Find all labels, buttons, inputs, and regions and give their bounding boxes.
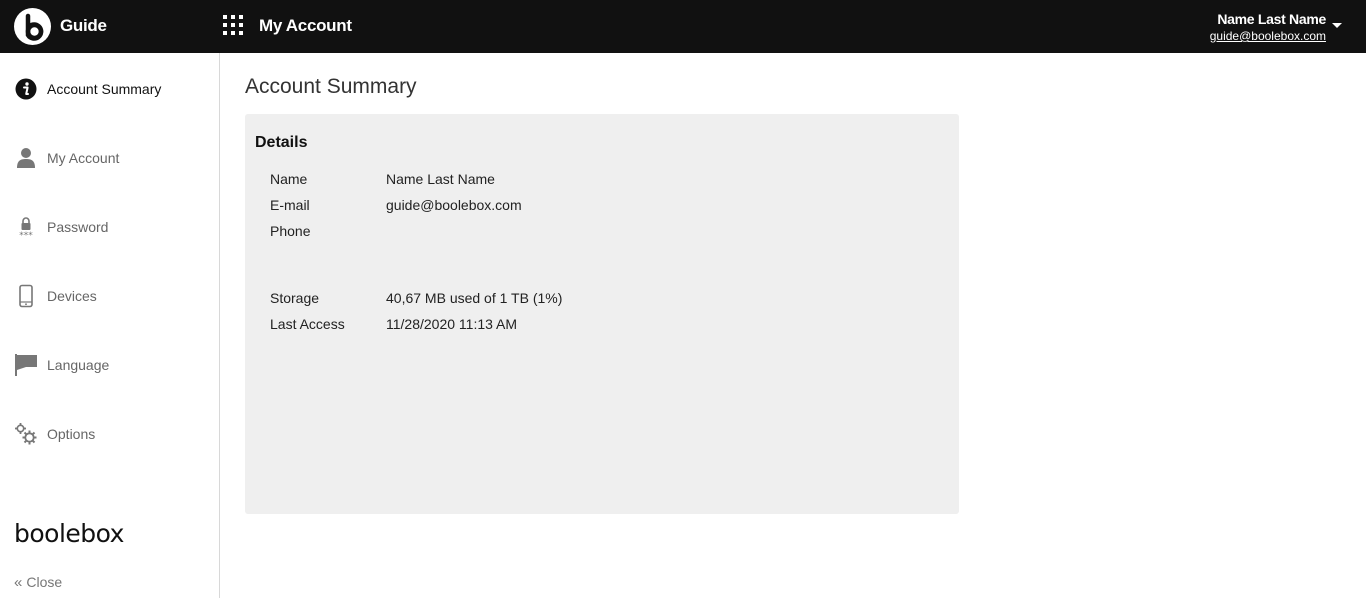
sidebar-item-label: My Account bbox=[47, 150, 120, 166]
sidebar-item-language[interactable]: Language bbox=[0, 345, 219, 385]
sidebar-item-label: Options bbox=[47, 426, 96, 442]
detail-value-last-access: 11/28/2020 11:13 AM bbox=[386, 316, 518, 332]
section-title: My Account bbox=[259, 16, 352, 35]
page-title: Account Summary bbox=[245, 75, 417, 98]
sidebar-item-label: Language bbox=[47, 357, 110, 373]
gears-icon bbox=[14, 422, 38, 446]
boolebox-logo-icon[interactable] bbox=[14, 8, 51, 45]
detail-label-name: Name bbox=[270, 171, 308, 187]
sidebar-item-label: Account Summary bbox=[47, 81, 162, 97]
close-sidebar-button[interactable]: «Close bbox=[14, 574, 62, 591]
detail-label-last-access: Last Access bbox=[270, 316, 345, 332]
caret-down-icon[interactable] bbox=[1332, 23, 1342, 28]
sidebar-item-devices[interactable]: Devices bbox=[0, 276, 219, 316]
double-chevron-left-icon: « bbox=[14, 574, 23, 591]
boolebox-brand-logo: boolebox bbox=[14, 519, 124, 548]
svg-text:***: *** bbox=[19, 231, 33, 239]
user-icon bbox=[14, 146, 38, 170]
lock-icon: *** bbox=[14, 215, 38, 241]
info-icon bbox=[14, 77, 38, 101]
user-menu-name[interactable]: Name Last Name bbox=[1217, 11, 1326, 27]
sidebar-item-label: Devices bbox=[47, 288, 97, 304]
detail-label-phone: Phone bbox=[270, 223, 311, 239]
top-bar: Guide My Account Name Last Name guide@bo… bbox=[0, 0, 1366, 53]
phone-icon bbox=[14, 284, 38, 308]
sidebar-item-label: Password bbox=[47, 219, 109, 235]
flag-icon bbox=[14, 353, 38, 377]
sidebar-item-account-summary[interactable]: Account Summary bbox=[0, 69, 219, 109]
app-name: Guide bbox=[60, 16, 107, 35]
sidebar-item-my-account[interactable]: My Account bbox=[0, 138, 219, 178]
sidebar-item-password[interactable]: *** Password bbox=[0, 207, 219, 247]
user-menu-email[interactable]: guide@boolebox.com bbox=[1210, 29, 1326, 43]
detail-value-storage: 40,67 MB used of 1 TB (1%) bbox=[386, 290, 563, 306]
detail-value-name: Name Last Name bbox=[386, 171, 495, 187]
apps-grid-icon[interactable] bbox=[223, 15, 243, 35]
close-label: Close bbox=[26, 574, 63, 590]
detail-value-email: guide@boolebox.com bbox=[386, 197, 522, 213]
sidebar: Account Summary My Account *** Password bbox=[0, 53, 220, 598]
details-panel: Details Name Name Last Name E-mail guide… bbox=[245, 114, 959, 514]
detail-label-email: E-mail bbox=[270, 197, 310, 213]
sidebar-item-options[interactable]: Options bbox=[0, 414, 219, 454]
details-title: Details bbox=[255, 134, 308, 151]
detail-label-storage: Storage bbox=[270, 290, 320, 306]
